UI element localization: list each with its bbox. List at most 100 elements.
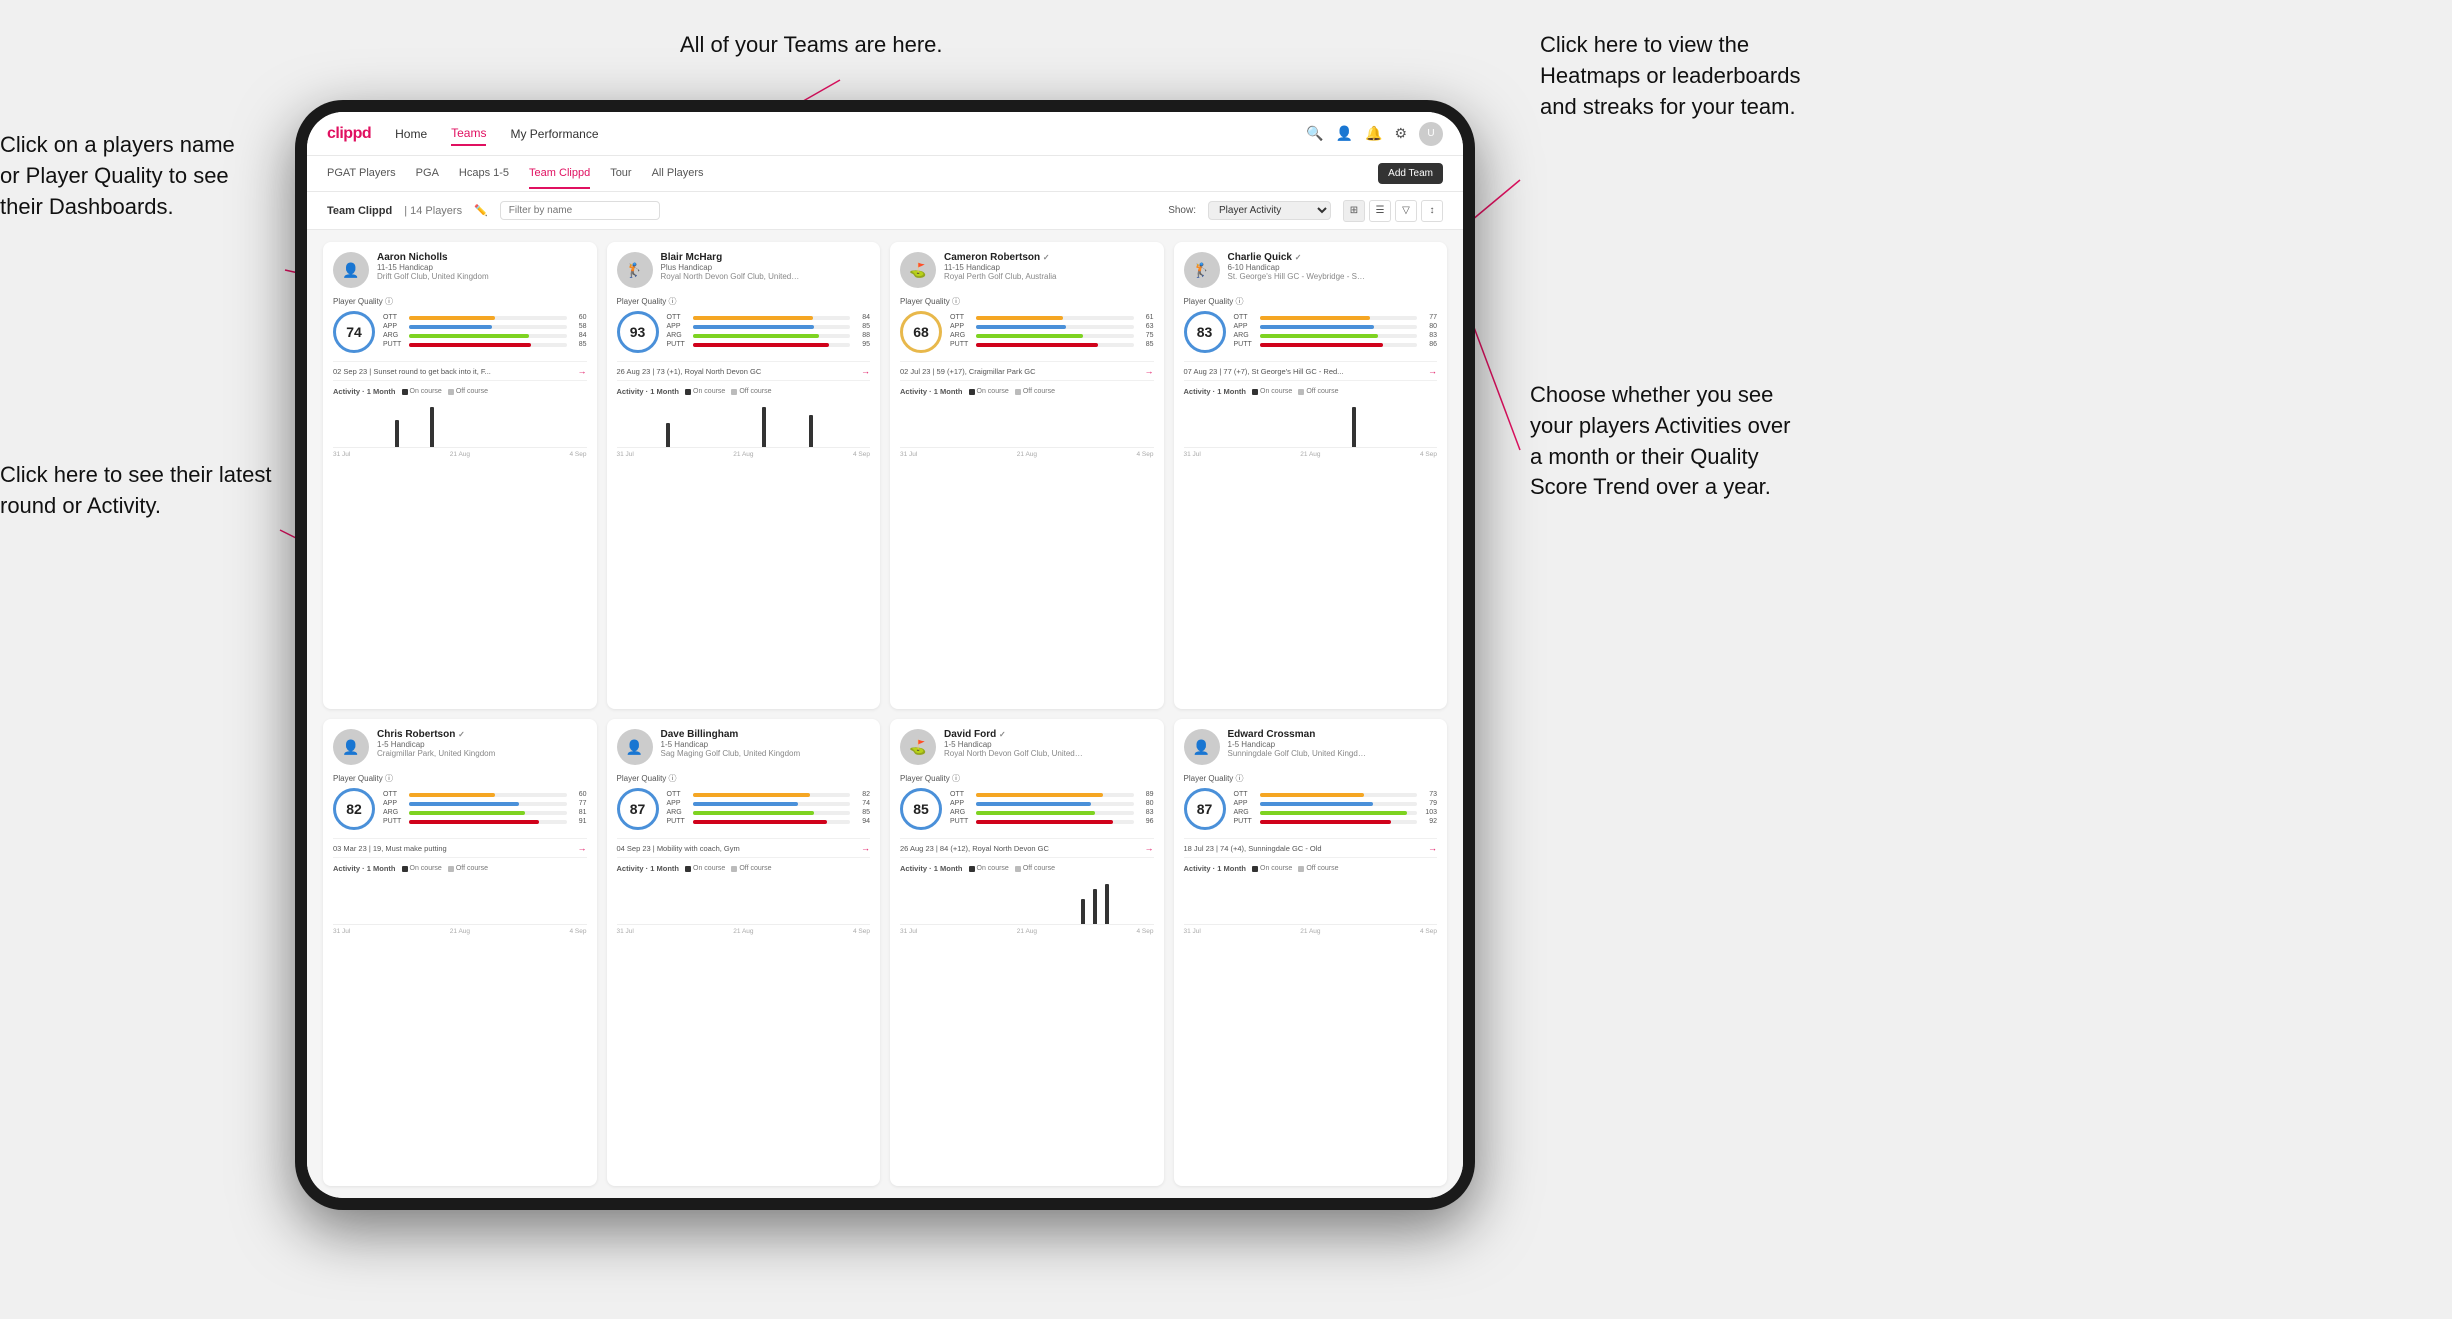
player-info: Charlie Quick ✓ 6-10 Handicap St. George… (1228, 252, 1438, 281)
player-score[interactable]: 83 (1184, 311, 1226, 353)
bell-icon[interactable]: 🔔 (1365, 125, 1382, 142)
player-name[interactable]: Blair McHarg (661, 252, 871, 263)
player-card[interactable]: 👤 Dave Billingham 1-5 Handicap Sag Magin… (607, 719, 881, 1186)
quality-label[interactable]: Player Quality ⓘ (617, 773, 871, 784)
nav-home[interactable]: Home (395, 123, 427, 145)
annotation-activities: Choose whether you see your players Acti… (1530, 380, 1790, 503)
settings-icon[interactable]: ⚙ (1394, 125, 1407, 142)
quality-label[interactable]: Player Quality ⓘ (1184, 773, 1438, 784)
player-score[interactable]: 82 (333, 788, 375, 830)
player-info: Chris Robertson ✓ 1-5 Handicap Craigmill… (377, 729, 587, 758)
chart-bars (1184, 400, 1438, 447)
player-score[interactable]: 93 (617, 311, 659, 353)
player-name[interactable]: Dave Billingham (661, 729, 871, 740)
activity-chart (333, 877, 587, 925)
activity-legend: On course Off course (402, 388, 488, 395)
nav-performance[interactable]: My Performance (510, 123, 598, 145)
profile-icon[interactable]: 👤 (1336, 125, 1353, 142)
player-avatar: ⛳ (900, 729, 936, 765)
stats-grid: OTT 77 APP 80 ARG 83 PUTT 86 (1234, 314, 1438, 350)
player-card[interactable]: 👤 Chris Robertson ✓ 1-5 Handicap Craigmi… (323, 719, 597, 1186)
player-club: Royal Perth Golf Club, Australia (944, 272, 1084, 281)
player-name[interactable]: David Ford ✓ (944, 729, 1154, 740)
user-avatar[interactable]: U (1419, 122, 1443, 146)
subnav-tour[interactable]: Tour (610, 159, 631, 189)
quality-section: Player Quality ⓘ 85 OTT 89 APP 80 ARG 83… (900, 773, 1154, 830)
activity-section: Activity · 1 Month On course Off course (617, 387, 871, 458)
player-card[interactable]: 👤 Aaron Nicholls 11-15 Handicap Drift Go… (323, 242, 597, 709)
annotation-dashboards: Click on a players name or Player Qualit… (0, 130, 235, 222)
sort-button[interactable]: ↕ (1421, 200, 1443, 222)
player-name[interactable]: Chris Robertson ✓ (377, 729, 587, 740)
recent-round[interactable]: 02 Jul 23 | 59 (+17), Craigmillar Park G… (900, 361, 1154, 381)
quality-label[interactable]: Player Quality ⓘ (333, 296, 587, 307)
player-card[interactable]: 👤 Edward Crossman 1-5 Handicap Sunningda… (1174, 719, 1448, 1186)
player-name[interactable]: Aaron Nicholls (377, 252, 587, 263)
player-avatar: 🏌️ (1184, 252, 1220, 288)
player-score[interactable]: 74 (333, 311, 375, 353)
verified-icon: ✓ (1043, 253, 1050, 262)
stat-row: PUTT 86 (1234, 341, 1438, 348)
player-handicap: 1-5 Handicap (377, 740, 587, 749)
quality-label[interactable]: Player Quality ⓘ (900, 296, 1154, 307)
player-name[interactable]: Cameron Robertson ✓ (944, 252, 1154, 263)
card-header: 👤 Edward Crossman 1-5 Handicap Sunningda… (1184, 729, 1438, 765)
recent-round[interactable]: 03 Mar 23 | 19, Must make putting → (333, 838, 587, 858)
recent-round[interactable]: 02 Sep 23 | Sunset round to get back int… (333, 361, 587, 381)
ipad-frame: clippd Home Teams My Performance 🔍 👤 🔔 ⚙… (295, 100, 1475, 1210)
player-handicap: 1-5 Handicap (1228, 740, 1438, 749)
quality-content: 93 OTT 84 APP 85 ARG 88 PUTT 95 (617, 311, 871, 353)
recent-round[interactable]: 04 Sep 23 | Mobility with coach, Gym → (617, 838, 871, 858)
stats-grid: OTT 89 APP 80 ARG 83 PUTT 96 (950, 791, 1154, 827)
quality-label[interactable]: Player Quality ⓘ (617, 296, 871, 307)
nav-teams[interactable]: Teams (451, 122, 486, 146)
search-icon[interactable]: 🔍 (1306, 125, 1323, 142)
filter-button[interactable]: ▽ (1395, 200, 1417, 222)
list-view-button[interactable]: ☰ (1369, 200, 1391, 222)
filter-input[interactable] (500, 201, 660, 220)
player-name[interactable]: Edward Crossman (1228, 729, 1438, 740)
activity-section: Activity · 1 Month On course Off course (1184, 864, 1438, 935)
activity-section: Activity · 1 Month On course Off course (333, 387, 587, 458)
player-card[interactable]: ⛳ Cameron Robertson ✓ 11-15 Handicap Roy… (890, 242, 1164, 709)
quality-label[interactable]: Player Quality ⓘ (900, 773, 1154, 784)
round-arrow: → (1428, 366, 1437, 376)
card-header: 👤 Chris Robertson ✓ 1-5 Handicap Craigmi… (333, 729, 587, 765)
show-select[interactable]: Player Activity Quality Score Trend (1208, 201, 1331, 220)
player-score[interactable]: 87 (1184, 788, 1226, 830)
quality-content: 87 OTT 73 APP 79 ARG 103 PUTT 92 (1184, 788, 1438, 830)
activity-legend: On course Off course (1252, 865, 1338, 872)
player-card[interactable]: 🏌️ Charlie Quick ✓ 6-10 Handicap St. Geo… (1174, 242, 1448, 709)
player-score[interactable]: 87 (617, 788, 659, 830)
player-handicap: 11-15 Handicap (377, 263, 587, 272)
quality-label[interactable]: Player Quality ⓘ (333, 773, 587, 784)
card-header: 🏌️ Blair McHarg Plus Handicap Royal Nort… (617, 252, 871, 288)
subnav-pga[interactable]: PGA (416, 159, 439, 189)
player-card[interactable]: 🏌️ Blair McHarg Plus Handicap Royal Nort… (607, 242, 881, 709)
player-score[interactable]: 68 (900, 311, 942, 353)
stat-row: APP 80 (1234, 323, 1438, 330)
quality-label[interactable]: Player Quality ⓘ (1184, 296, 1438, 307)
activity-chart (1184, 877, 1438, 925)
players-grid: 👤 Aaron Nicholls 11-15 Handicap Drift Go… (307, 230, 1463, 1198)
edit-icon[interactable]: ✏️ (474, 204, 488, 217)
quality-content: 82 OTT 60 APP 77 ARG 81 PUTT 91 (333, 788, 587, 830)
subnav-hcaps[interactable]: Hcaps 1-5 (459, 159, 509, 189)
player-card[interactable]: ⛳ David Ford ✓ 1-5 Handicap Royal North … (890, 719, 1164, 1186)
add-team-button[interactable]: Add Team (1378, 163, 1443, 184)
recent-round[interactable]: 26 Aug 23 | 73 (+1), Royal North Devon G… (617, 361, 871, 381)
subnav-team-clippd[interactable]: Team Clippd (529, 159, 590, 189)
recent-round[interactable]: 18 Jul 23 | 74 (+4), Sunningdale GC - Ol… (1184, 838, 1438, 858)
subnav-pgat[interactable]: PGAT Players (327, 159, 396, 189)
subnav-all-players[interactable]: All Players (652, 159, 704, 189)
recent-round[interactable]: 07 Aug 23 | 77 (+7), St George's Hill GC… (1184, 361, 1438, 381)
player-avatar: 👤 (333, 252, 369, 288)
activity-legend: On course Off course (1252, 388, 1338, 395)
recent-round[interactable]: 26 Aug 23 | 84 (+12), Royal North Devon … (900, 838, 1154, 858)
player-name[interactable]: Charlie Quick ✓ (1228, 252, 1438, 263)
player-score[interactable]: 85 (900, 788, 942, 830)
stat-row: APP 74 (667, 800, 871, 807)
grid-view-button[interactable]: ⊞ (1343, 200, 1365, 222)
round-arrow: → (578, 366, 587, 376)
activity-header: Activity · 1 Month On course Off course (1184, 387, 1438, 396)
